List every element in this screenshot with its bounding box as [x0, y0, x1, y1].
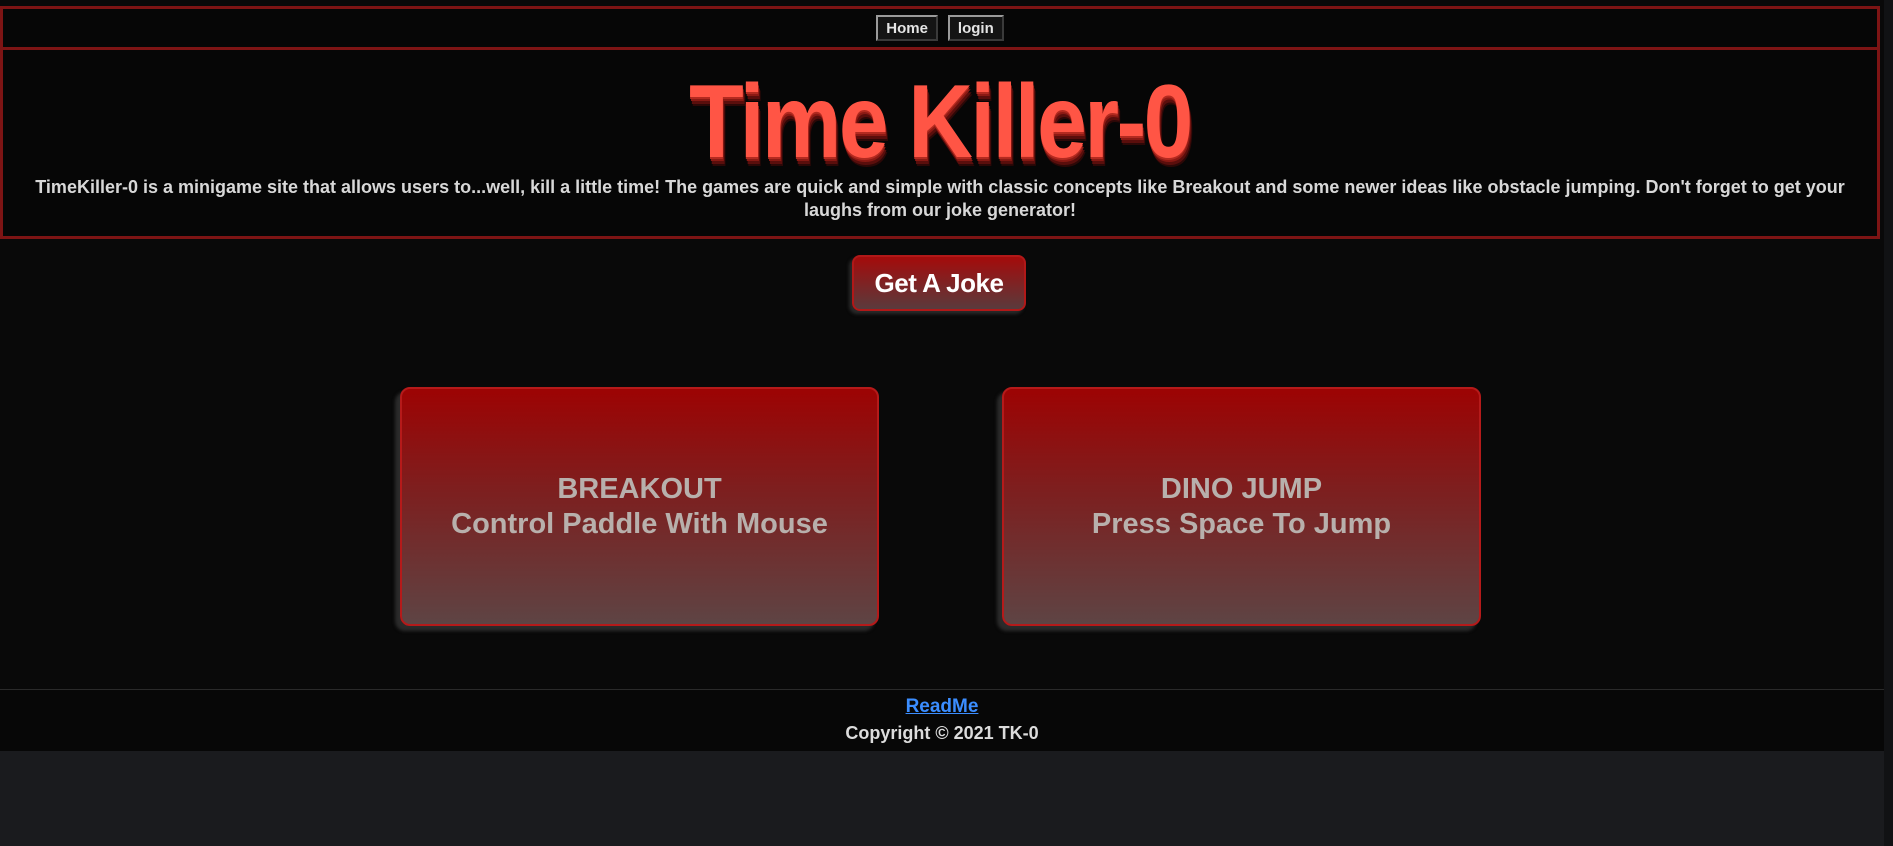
site-header: Home login Time Killer-0 TimeKiller-0 is… [0, 6, 1880, 239]
page-body: Home login Time Killer-0 TimeKiller-0 is… [0, 0, 1884, 751]
readme-link[interactable]: ReadMe [906, 696, 979, 718]
copyright-text: Copyright © 2021 TK-0 [845, 723, 1039, 743]
game-instructions: Control Paddle With Mouse [451, 507, 828, 540]
scrollbar[interactable] [1884, 0, 1893, 846]
game-title: DINO JUMP [1160, 472, 1323, 505]
site-title: Time Killer-0 [689, 64, 1193, 180]
site-footer: ReadMe Copyright © 2021 TK-0 [0, 689, 1884, 751]
get-joke-button[interactable]: Get A Joke [852, 255, 1026, 311]
game-title: BREAKOUT [557, 472, 722, 505]
top-nav: Home login [3, 9, 1877, 50]
game-card-breakout[interactable]: BREAKOUT Control Paddle With Mouse [400, 387, 879, 626]
home-button[interactable]: Home [876, 15, 938, 41]
login-button[interactable]: login [947, 15, 1004, 41]
game-card-dino-jump[interactable]: DINO JUMP Press Space To Jump [1002, 387, 1481, 626]
game-instructions: Press Space To Jump [1091, 507, 1392, 540]
